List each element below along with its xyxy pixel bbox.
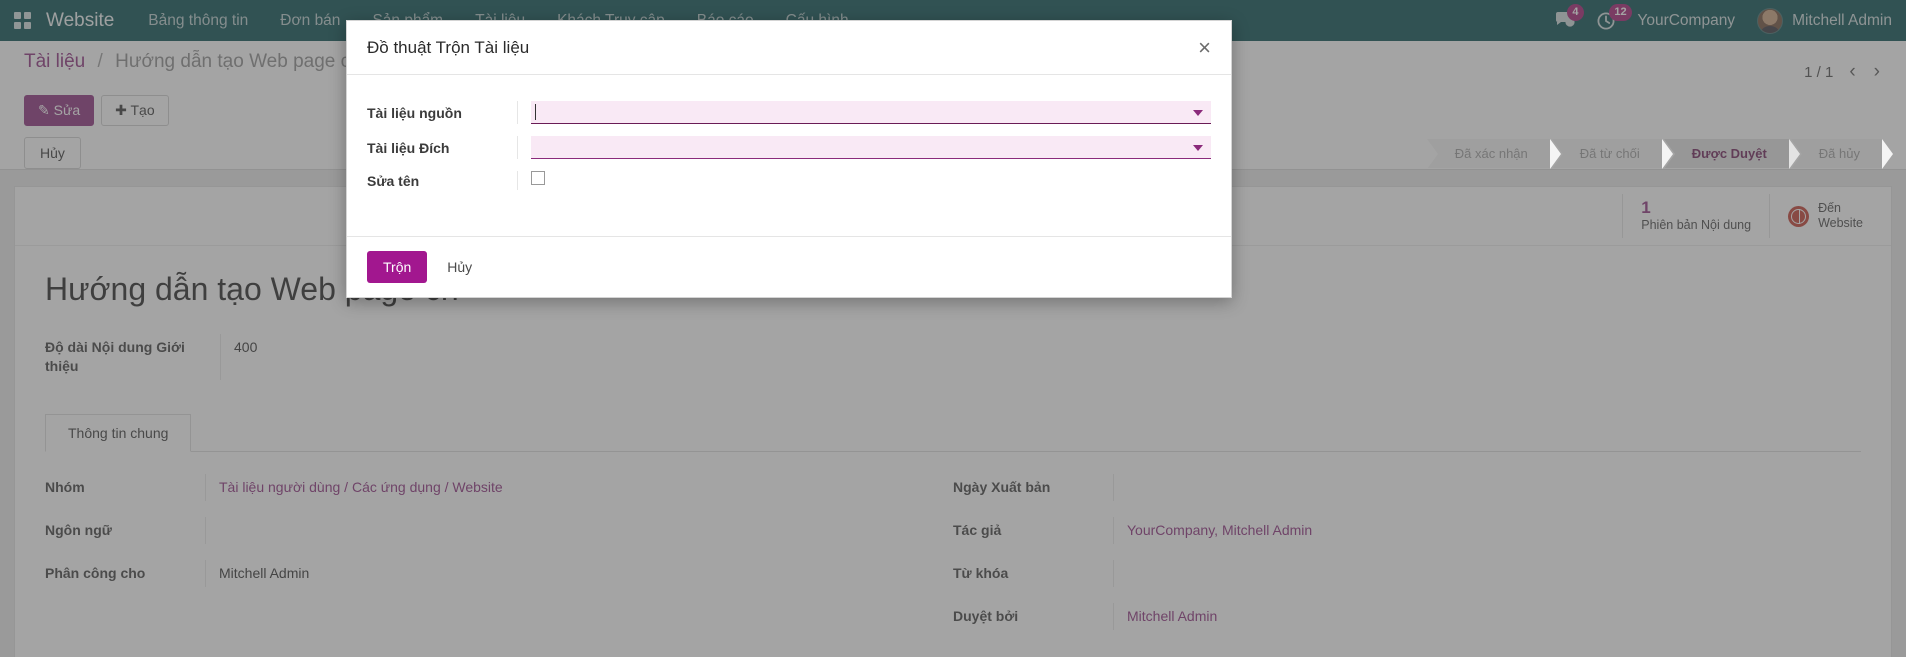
field-control <box>517 171 1211 190</box>
app-root: Website Bảng thông tin Đơn bán Sản phẩm … <box>0 0 1906 657</box>
modal-title: Đồ thuật Trộn Tài liệu <box>367 38 529 58</box>
modal-field-source-document: Tài liệu nguồn <box>367 101 1211 124</box>
field-label: Tài liệu Đích <box>367 140 517 156</box>
field-control <box>517 101 1211 124</box>
close-icon[interactable]: × <box>1198 37 1211 59</box>
destination-document-select[interactable] <box>531 136 1211 159</box>
modal-field-destination-document: Tài liệu Đích <box>367 136 1211 159</box>
modal-body: Tài liệu nguồn Tài liệu Đích Sửa tê <box>347 75 1231 236</box>
source-document-select[interactable] <box>531 101 1211 124</box>
chevron-down-icon <box>1193 145 1203 151</box>
modal-header: Đồ thuật Trộn Tài liệu × <box>347 21 1231 75</box>
merge-documents-modal: Đồ thuật Trộn Tài liệu × Tài liệu nguồn … <box>346 20 1232 298</box>
merge-button[interactable]: Trộn <box>367 251 427 283</box>
modal-cancel-button[interactable]: Hủy <box>433 251 486 283</box>
field-control <box>517 136 1211 159</box>
text-cursor <box>535 104 536 120</box>
chevron-down-icon <box>1193 110 1203 116</box>
field-label: Tài liệu nguồn <box>367 105 517 121</box>
modal-footer: Trộn Hủy <box>347 236 1231 297</box>
edit-name-checkbox[interactable] <box>531 171 545 185</box>
modal-field-edit-name: Sửa tên <box>367 171 1211 190</box>
field-label: Sửa tên <box>367 173 517 189</box>
